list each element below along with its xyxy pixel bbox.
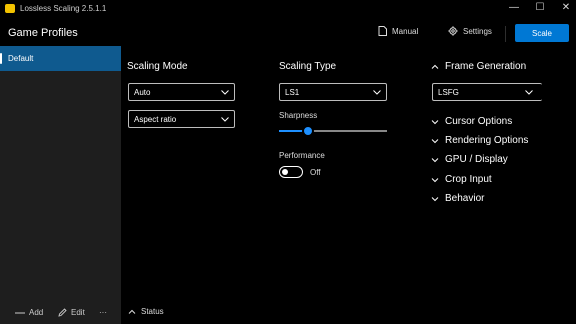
add-label: Add (29, 308, 44, 317)
edit-profile-button[interactable]: Edit (58, 308, 85, 317)
expander-cursor-options[interactable]: Cursor Options (431, 116, 512, 127)
app-logo-icon (5, 4, 15, 13)
scaling-mode-select[interactable]: Auto (128, 83, 235, 101)
expander-label: Crop Input (445, 174, 492, 185)
frame-generation-value: LSFG (438, 88, 459, 97)
frame-generation-title: Frame Generation (445, 61, 527, 72)
settings-button[interactable]: Settings (448, 26, 492, 36)
more-options-button[interactable]: ··· (99, 308, 107, 317)
scale-button[interactable]: Scale (515, 24, 569, 42)
expander-behavior[interactable]: Behavior (431, 193, 484, 204)
chevron-down-icon (373, 90, 381, 95)
chevron-down-icon (431, 157, 439, 162)
performance-toggle[interactable] (279, 166, 303, 178)
expander-rendering-options[interactable]: Rendering Options (431, 135, 528, 146)
status-label: Status (141, 307, 164, 316)
chevron-down-icon (525, 90, 533, 95)
manual-button[interactable]: Manual (378, 26, 418, 36)
maximize-button[interactable]: ☐ (534, 3, 546, 13)
expander-label: Behavior (445, 193, 485, 204)
window-controls: — ☐ ✕ (508, 3, 572, 13)
scaling-mode-value: Auto (134, 88, 151, 97)
settings-label: Settings (463, 26, 492, 36)
performance-state: Off (310, 168, 321, 177)
scaling-type-value: LS1 (285, 88, 300, 97)
chevron-down-icon (431, 196, 439, 201)
profiles-sidebar: Default Add Edit ··· (0, 46, 121, 324)
profile-label: Default (8, 54, 34, 63)
page-title: Game Profiles (8, 27, 78, 39)
sharpness-label: Sharpness (279, 111, 318, 120)
expander-crop-input[interactable]: Crop Input (431, 174, 492, 185)
scaling-mode-title: Scaling Mode (127, 61, 188, 72)
chevron-down-icon (221, 117, 229, 122)
scaling-type-title: Scaling Type (279, 61, 337, 72)
profile-item-default[interactable]: Default (0, 46, 121, 71)
close-button[interactable]: ✕ (560, 3, 572, 13)
frame-generation-select[interactable]: LSFG (432, 83, 542, 101)
pencil-icon (58, 308, 67, 317)
minimize-button[interactable]: — (508, 3, 520, 13)
toggle-knob (282, 169, 288, 175)
performance-label: Performance (279, 151, 325, 160)
expander-label: Rendering Options (445, 135, 529, 146)
title-bar: Lossless Scaling 2.5.1.1 — ☐ ✕ (0, 0, 576, 18)
manual-label: Manual (392, 26, 419, 36)
expander-label: Cursor Options (445, 116, 513, 127)
frame-generation-header[interactable]: Frame Generation (431, 61, 526, 72)
edit-label: Edit (71, 308, 85, 317)
chevron-down-icon (431, 119, 439, 124)
app-title: Lossless Scaling 2.5.1.1 (20, 4, 107, 13)
chevron-down-icon (431, 138, 439, 143)
minus-icon (15, 312, 25, 313)
expander-label: GPU / Display (445, 154, 508, 165)
more-label: ··· (99, 308, 107, 317)
gear-icon (448, 26, 458, 36)
header-divider (505, 26, 506, 42)
chevron-down-icon (431, 177, 439, 182)
sharpness-slider[interactable] (279, 125, 387, 137)
scaling-type-select[interactable]: LS1 (279, 83, 387, 101)
add-profile-button[interactable]: Add (15, 308, 43, 317)
status-toggle[interactable]: Status (128, 307, 164, 316)
expander-gpu-display[interactable]: GPU / Display (431, 154, 508, 165)
chevron-up-icon (128, 309, 136, 314)
chevron-up-icon (431, 64, 439, 69)
selection-indicator (0, 53, 2, 64)
chevron-down-icon (221, 90, 229, 95)
aspect-ratio-select[interactable]: Aspect ratio (128, 110, 235, 128)
slider-thumb[interactable] (302, 125, 315, 137)
aspect-ratio-value: Aspect ratio (134, 115, 177, 124)
document-icon (378, 26, 387, 36)
